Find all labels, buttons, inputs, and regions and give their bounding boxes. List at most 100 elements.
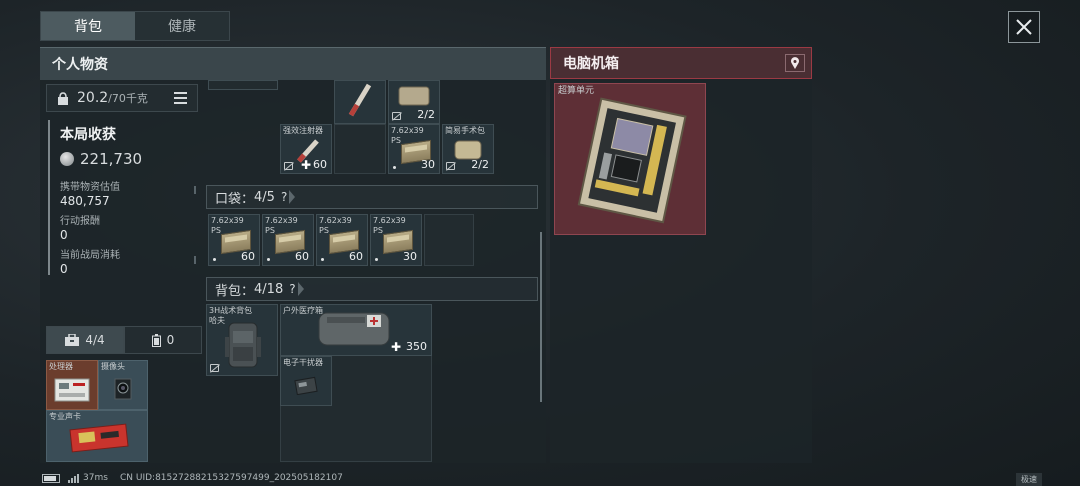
item-ammo-762[interactable]: 7.62x39 PS 30 [388,124,440,174]
pocket-slot-1[interactable]: 7.62x39 PS 60 [208,214,260,266]
location-pin-icon [791,57,799,69]
coin-icon [60,152,74,166]
item-name: 专业声卡 [49,412,81,421]
item-supercomputer-unit[interactable]: 超算单元 [554,83,706,235]
heal-plus-icon: ✚ [301,158,312,172]
item-dot [375,258,378,261]
stat-consume-value: 0 [60,262,68,276]
backpack-equipped-bag[interactable]: 3H战术背包 哈夫 [206,304,278,376]
battery-status-icon [42,474,60,483]
backpack-help-icon[interactable]: ? [289,282,295,296]
weight-current: 20.2 [77,90,109,106]
case-item-processor[interactable]: 处理器 [46,360,98,410]
unlinked-icon [392,112,401,120]
top-tabs: 背包 健康 [40,11,230,41]
pocket-slot-3[interactable]: 7.62x39 PS 60 [316,214,368,266]
item-count: 60 [349,250,363,263]
case-count: 4/4 [85,333,105,347]
computer-case-title: 电脑机箱 [550,47,812,79]
stat-reward-label: 行动报酬 [60,216,100,227]
item-dot [321,258,324,261]
backpack-label: 背包 [215,283,242,299]
sound-card-item-icon [69,423,129,453]
pocket-slot-empty[interactable] [424,214,474,266]
pocket-count: 4/5 [254,189,275,205]
unlinked-icon [284,162,293,170]
stat-reward-value: 0 [60,228,68,242]
pocket-slot-4[interactable]: 7.62x39 PS 30 [370,214,422,266]
item-dot [213,258,216,261]
weight-max: /70千克 [108,92,148,105]
pocket-help-icon[interactable]: ? [281,190,287,204]
item-count: 60 [241,250,255,263]
jammer-item-icon [294,376,318,395]
pocket-slot-2[interactable]: 7.62x39 PS 60 [262,214,314,266]
unlinked-icon [446,162,455,170]
backpack-count: 4/18 [254,281,284,297]
upper-item-kit[interactable]: 2/2 [388,80,440,124]
inventory-scrollbar[interactable] [540,232,542,402]
stat-carry-value: 480,757 [60,194,110,208]
stat-consume-label: 当前战局消耗 [60,250,120,261]
empty-slot[interactable] [334,124,386,174]
scroll-indicator [194,256,196,264]
partial-item-slot[interactable] [208,80,278,90]
location-button[interactable] [785,54,805,72]
quality-badge[interactable]: 极速 [1016,473,1042,486]
item-dot [267,258,270,261]
pocket-section-header: 口袋： 4/5 ? [206,185,538,209]
processor-item-icon [54,378,90,402]
item-outdoor-medkit[interactable]: 户外医疗箱 ✚ 350 [280,304,432,356]
gain-title: 本局收获 [60,127,116,143]
item-dot [393,166,396,169]
computer-case-label: 电脑机箱 [563,56,619,72]
medkit-item-icon [318,312,390,346]
tab-health[interactable]: 健康 [135,12,229,40]
item-count: 60 [313,158,327,171]
item-count: 350 [406,340,427,353]
unlinked-icon [210,364,219,372]
gain-total-value: 221,730 [80,150,143,168]
item-name: 摄像头 [101,362,125,371]
pocket-label: 口袋 [215,191,242,207]
list-icon[interactable] [174,92,187,104]
case-item-sound-card[interactable]: 专业声卡 [46,410,148,462]
item-electronic-jammer[interactable]: 电子干扰器 [280,356,332,406]
backpack-section-header: 背包： 4/18 ? [206,277,538,301]
stat-carry-value-label: 携带物资估值 [60,182,120,193]
tactical-backpack-icon [225,322,261,368]
supercomputer-item-icon [577,97,687,224]
item-count: 30 [403,250,417,263]
item-count: 30 [421,158,435,171]
heal-plus-icon: ✚ [390,340,401,354]
battery-count: 0 [166,333,175,347]
tab-battery[interactable]: 0 [124,326,202,354]
scroll-indicator [194,186,196,194]
close-icon [1016,19,1032,35]
item-name: 电子干扰器 [283,358,323,367]
gain-total: 221,730 [60,150,198,168]
weight-icon [58,91,68,105]
weight-display: 20.2 /70千克 [46,84,198,112]
signal-icon [68,474,80,483]
item-name: 简易手术包 [445,126,485,135]
kit-item-icon [398,86,430,106]
arrow-icon [297,282,304,296]
case-item-camera[interactable]: 摄像头 [98,360,148,410]
tab-case[interactable]: 4/4 [46,326,124,354]
uid-text: CN UID:81527288215327597499_202505182107 [120,473,343,483]
item-strong-injector[interactable]: 强效注射器 ✚ 60 [280,124,332,174]
item-name: 处理器 [49,362,73,371]
upper-item-syringe[interactable] [334,80,386,124]
ping-text: 37ms [83,473,108,483]
briefcase-icon [65,334,80,346]
battery-icon [151,333,161,347]
item-count: 60 [295,250,309,263]
arrow-icon [289,190,296,204]
tab-backpack[interactable]: 背包 [41,12,135,40]
session-gain: 本局收获 221,730 携带物资估值 480,757 行动报酬 0 当前战局消… [48,120,198,276]
close-button[interactable] [1008,11,1040,43]
item-count: 2/2 [471,158,489,171]
item-surgery-kit[interactable]: 简易手术包 2/2 [442,124,494,174]
personal-supplies-title: 个人物资 [40,47,546,80]
